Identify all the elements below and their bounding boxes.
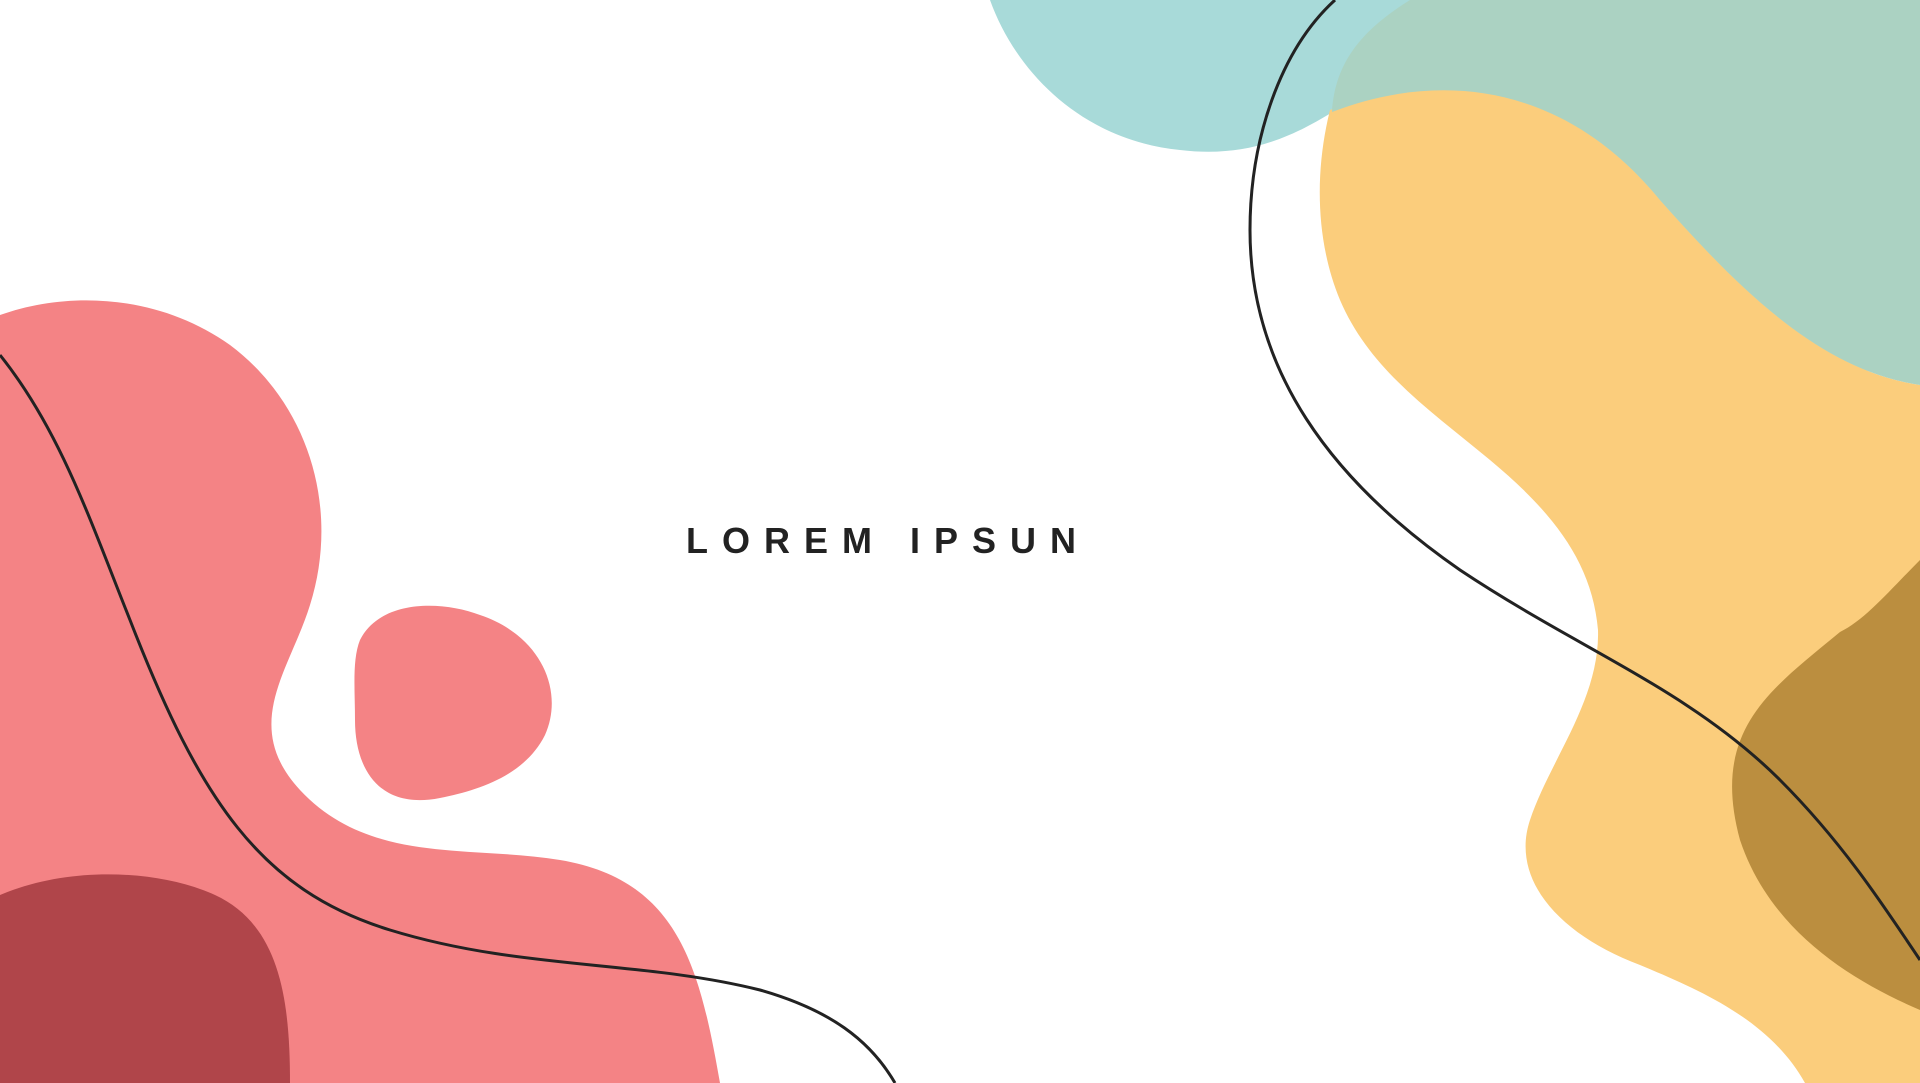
abstract-background: LOREM IPSUN <box>0 0 1920 1083</box>
headline-text: LOREM IPSUN <box>685 520 1090 561</box>
coral-blob-small <box>354 605 552 801</box>
